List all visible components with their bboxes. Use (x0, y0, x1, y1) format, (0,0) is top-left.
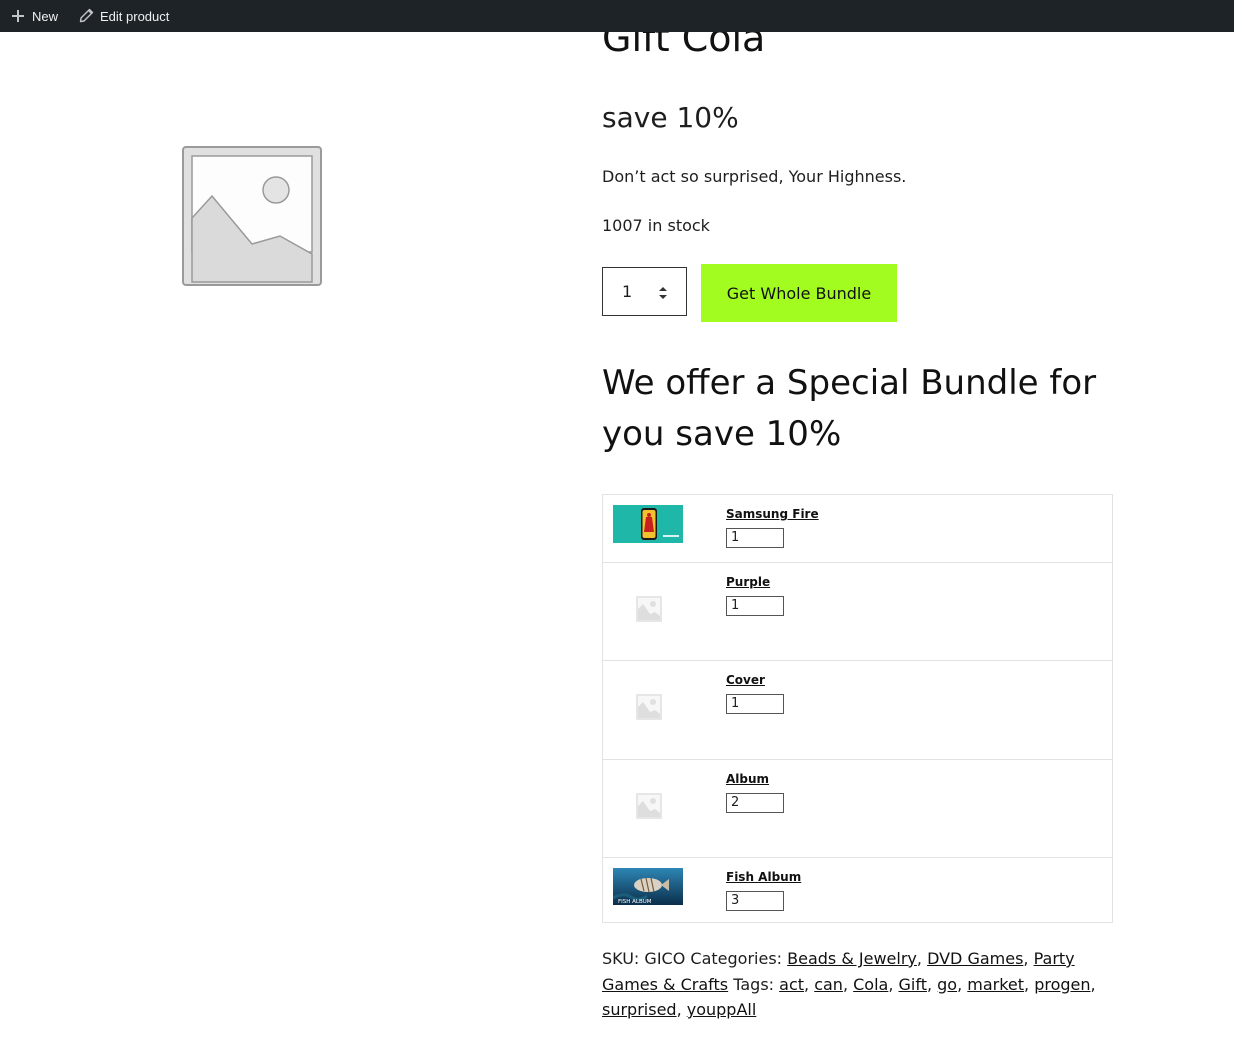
quantity-stepper[interactable]: 1 (602, 267, 687, 316)
bundle-item-qty-input[interactable]: 3 (726, 891, 784, 911)
table-row: Samsung Fire 1 (603, 495, 1112, 562)
admin-bar: New Edit product (0, 0, 1234, 32)
bundle-offer-heading: We offer a Special Bundle for you save 1… (602, 363, 1097, 454)
tag-link[interactable]: Cola (853, 975, 888, 994)
tag-link[interactable]: youppAll (687, 1000, 757, 1019)
tag-link[interactable]: can (814, 975, 843, 994)
image-placeholder-icon (182, 146, 322, 286)
new-menu-item[interactable]: New (10, 0, 58, 32)
bundle-item-link[interactable]: Cover (726, 673, 765, 687)
tag-link[interactable]: progen (1034, 975, 1090, 994)
fish-album-thumb-text: FISH ALBUM (618, 899, 652, 905)
bundle-item-qty-input[interactable]: 1 (726, 596, 784, 616)
edit-product-link[interactable]: Edit product (78, 0, 169, 32)
category-link[interactable]: DVD Games (927, 949, 1023, 968)
table-row: Album 2 (603, 759, 1112, 857)
get-whole-bundle-button[interactable]: Get Whole Bundle (701, 264, 897, 322)
quantity-value: 1 (622, 282, 633, 301)
bundle-item-qty-input[interactable]: 2 (726, 793, 784, 813)
edit-product-label: Edit product (100, 8, 170, 24)
pencil-icon (78, 8, 94, 24)
stock-status: 1007 in stock (602, 216, 710, 235)
bundle-item-link[interactable]: Samsung Fire (726, 507, 819, 521)
tag-link[interactable]: market (967, 975, 1024, 994)
sku-label: SKU: (602, 949, 640, 968)
fish-album-thumbnail[interactable]: FISH ALBUM (612, 868, 683, 909)
tag-link[interactable]: go (937, 975, 957, 994)
bundle-item-link[interactable]: Album (726, 772, 769, 786)
tags-label: Tags: (733, 974, 775, 994)
categories-label: Categories: (690, 949, 783, 968)
product-image-placeholder[interactable] (180, 144, 324, 288)
product-short-description: Don’t act so surprised, Your Highness. (602, 167, 907, 186)
category-link[interactable]: Beads & Jewelry (787, 949, 917, 968)
placeholder-icon[interactable] (635, 693, 663, 725)
tag-link[interactable]: Gift (899, 975, 927, 994)
table-row: Purple 1 (603, 562, 1112, 660)
phone-thumbnail[interactable] (613, 505, 683, 547)
tag-link[interactable]: surprised (602, 1000, 677, 1019)
placeholder-icon[interactable] (635, 792, 663, 824)
bundle-item-qty-input[interactable]: 1 (726, 528, 784, 548)
bundle-item-qty-input[interactable]: 1 (726, 694, 784, 714)
placeholder-icon[interactable] (635, 595, 663, 627)
bundle-item-link[interactable]: Purple (726, 575, 770, 589)
bundle-items-table: Samsung Fire 1 Purple 1 Cover 1 Album 2 … (602, 494, 1113, 923)
spin-arrows-icon[interactable] (658, 285, 668, 304)
product-meta: SKU: GICO Categories: Beads & Jewelry, D… (602, 949, 1096, 1019)
plus-icon (10, 8, 26, 24)
bundle-item-link[interactable]: Fish Album (726, 870, 801, 884)
new-label: New (32, 8, 59, 24)
table-row: Cover 1 (603, 660, 1112, 759)
product-price: save 10% (602, 101, 739, 134)
table-row: FISH ALBUM Fish Album 3 (603, 857, 1112, 922)
tag-link[interactable]: act (779, 975, 804, 994)
sku-value: GICO (644, 949, 686, 968)
